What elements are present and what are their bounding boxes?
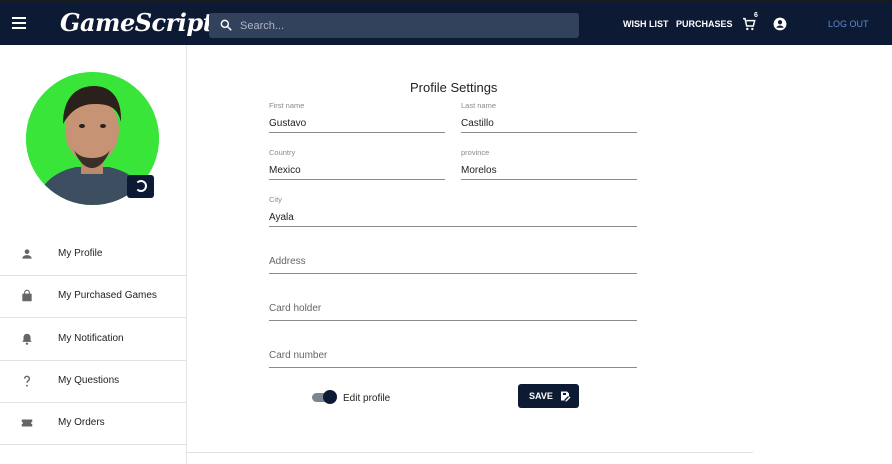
loading-spinner-icon: [135, 180, 147, 192]
save-button-label: SAVE: [529, 391, 553, 401]
purchases-link[interactable]: PURCHASES: [676, 19, 733, 29]
sidebar-item-my-notification[interactable]: My Notification: [0, 318, 187, 361]
menu-icon[interactable]: [12, 17, 26, 29]
search-bar[interactable]: [209, 13, 579, 38]
toggle-knob: [323, 390, 337, 404]
last-name-field[interactable]: Last name: [461, 101, 637, 133]
sidebar-item-my-purchased-games[interactable]: My Purchased Games: [0, 275, 187, 318]
account-icon[interactable]: [773, 17, 787, 31]
last-name-input[interactable]: [461, 116, 637, 130]
cart-count-badge: 6: [754, 12, 758, 19]
city-field[interactable]: City: [269, 195, 637, 227]
save-button[interactable]: SAVE: [518, 384, 579, 408]
edit-profile-label: Edit profile: [343, 393, 391, 404]
sidebar-item-my-profile[interactable]: My Profile: [0, 233, 187, 276]
sidebar-item-my-orders[interactable]: My Orders: [0, 402, 187, 445]
first-name-input[interactable]: [269, 116, 445, 130]
first-name-label: First name: [269, 101, 305, 110]
ticket-icon: [21, 419, 33, 427]
wishlist-link[interactable]: WISH LIST: [623, 19, 669, 29]
bell-icon: [22, 333, 32, 345]
logout-button[interactable]: LOG OUT: [828, 19, 869, 29]
search-input[interactable]: [240, 13, 570, 38]
person-icon: [22, 249, 32, 259]
card-number-input[interactable]: [269, 348, 637, 362]
save-edit-icon: [561, 391, 571, 402]
card-holder-input[interactable]: [269, 301, 637, 315]
province-input[interactable]: [461, 163, 637, 177]
top-app-bar: GameScript WISH LIST PURCHASES 6 LOG OUT: [0, 0, 892, 45]
country-field[interactable]: Country: [269, 148, 445, 180]
sidebar-item-my-questions[interactable]: My Questions: [0, 360, 187, 403]
shopping-bag-icon: [22, 289, 32, 302]
card-number-field[interactable]: [269, 336, 637, 368]
sidebar-item-label: My Orders: [58, 417, 105, 428]
sidebar-item-label: My Notification: [58, 333, 124, 344]
card-holder-field[interactable]: [269, 289, 637, 321]
country-input[interactable]: [269, 163, 445, 177]
page-title: Profile Settings: [410, 80, 498, 95]
question-icon: [23, 375, 31, 387]
address-field[interactable]: [269, 242, 637, 274]
city-input[interactable]: [269, 210, 637, 224]
sidebar-item-label: My Purchased Games: [58, 290, 157, 301]
sidebar-item-label: My Profile: [58, 248, 103, 259]
first-name-field[interactable]: First name: [269, 101, 445, 133]
logo[interactable]: GameScript: [60, 8, 214, 37]
address-input[interactable]: [269, 254, 637, 268]
province-label: province: [461, 148, 490, 157]
sidebar: My Profile My Purchased Games My Notific…: [0, 45, 187, 464]
province-field[interactable]: province: [461, 148, 637, 180]
sidebar-item-label: My Questions: [58, 375, 120, 386]
change-avatar-button[interactable]: [127, 175, 154, 198]
city-label: City: [269, 195, 282, 204]
search-icon: [220, 19, 232, 31]
content-divider: [187, 452, 753, 453]
country-label: Country: [269, 148, 296, 157]
last-name-label: Last name: [461, 101, 497, 110]
edit-profile-toggle[interactable]: [312, 390, 338, 404]
